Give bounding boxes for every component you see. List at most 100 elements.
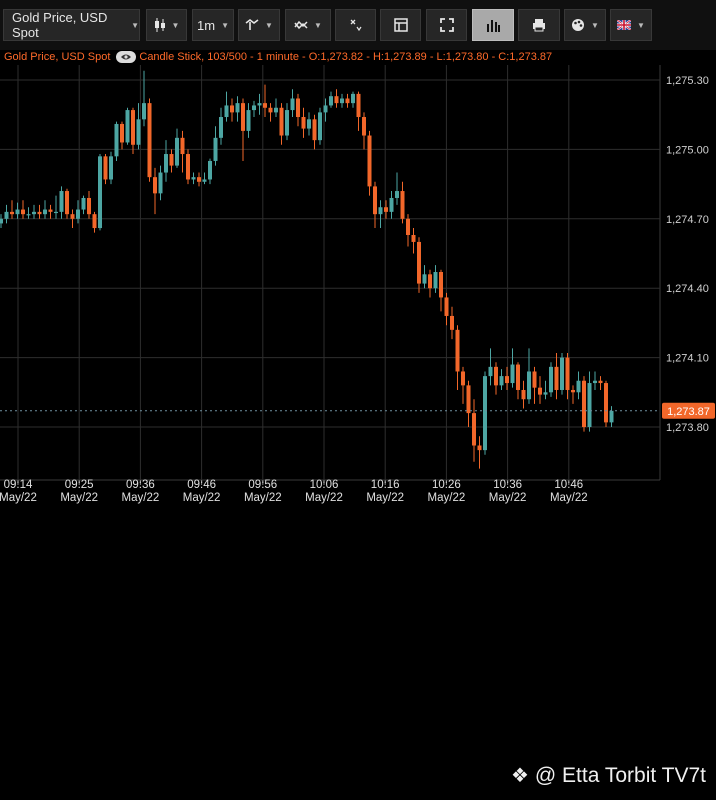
candle-body[interactable]: [26, 214, 31, 216]
layout-button[interactable]: [380, 9, 421, 41]
candle-body[interactable]: [483, 376, 487, 451]
volume-toggle-button[interactable]: [472, 9, 514, 41]
candle-body[interactable]: [527, 371, 531, 400]
candle-body[interactable]: [186, 154, 190, 180]
candle-body[interactable]: [565, 357, 570, 390]
candle-body[interactable]: [450, 315, 454, 330]
language-button[interactable]: ▼: [610, 9, 652, 41]
candle-body[interactable]: [202, 179, 207, 182]
candle-body[interactable]: [571, 389, 575, 393]
candle-body[interactable]: [494, 366, 498, 386]
candle-body[interactable]: [521, 389, 526, 400]
candle-body[interactable]: [455, 329, 460, 372]
print-button[interactable]: [518, 9, 560, 41]
candle-body[interactable]: [582, 380, 586, 427]
candle-body[interactable]: [444, 297, 449, 316]
candle-body[interactable]: [76, 209, 80, 219]
candle-body[interactable]: [180, 137, 185, 155]
candle-body[interactable]: [48, 209, 53, 212]
candle-body[interactable]: [65, 191, 69, 215]
candle-body[interactable]: [235, 103, 240, 113]
candle-body[interactable]: [318, 112, 322, 141]
candle-body[interactable]: [345, 98, 350, 104]
candle-body[interactable]: [136, 119, 141, 145]
theme-button[interactable]: ▼: [564, 9, 606, 41]
candle-body[interactable]: [32, 211, 36, 215]
candle-body[interactable]: [384, 207, 388, 212]
candle-body[interactable]: [43, 209, 47, 215]
instrument-selector-button[interactable]: Gold Price, USD Spot ▼: [3, 9, 140, 41]
candle-body[interactable]: [246, 110, 251, 131]
candle-body[interactable]: [334, 96, 339, 104]
candle-body[interactable]: [389, 197, 394, 212]
candle-body[interactable]: [505, 376, 509, 384]
candle-body[interactable]: [153, 177, 157, 194]
candle-body[interactable]: [109, 156, 113, 180]
indicators-button[interactable]: ▼: [238, 9, 280, 41]
candle-body[interactable]: [10, 211, 14, 215]
candle-body[interactable]: [103, 156, 108, 180]
candle-body[interactable]: [488, 366, 493, 377]
candle-body[interactable]: [263, 103, 267, 108]
candle-body[interactable]: [98, 156, 102, 229]
candle-body[interactable]: [290, 98, 295, 111]
candle-body[interactable]: [378, 207, 383, 215]
candle-body[interactable]: [598, 380, 603, 384]
candle-body[interactable]: [356, 93, 361, 118]
candle-body[interactable]: [169, 154, 174, 166]
candle-body[interactable]: [274, 107, 278, 113]
candle-body[interactable]: [351, 93, 355, 104]
candle-body[interactable]: [367, 135, 372, 187]
candle-body[interactable]: [543, 392, 548, 395]
candle-body[interactable]: [373, 186, 377, 215]
candle-body[interactable]: [417, 241, 421, 284]
candlestick-chart[interactable]: 1,275.30 1,275.00 1,274.70 1,274.40 1,274.10…: [0, 60, 716, 510]
candle-body[interactable]: [208, 160, 212, 180]
candle-body[interactable]: [120, 123, 124, 143]
drawing-tools-button[interactable]: [335, 9, 376, 41]
fullscreen-button[interactable]: [426, 9, 467, 41]
candle-body[interactable]: [15, 209, 20, 215]
candle-body[interactable]: [301, 117, 306, 129]
candle-body[interactable]: [477, 445, 482, 451]
candle-body[interactable]: [510, 364, 515, 384]
candle-body[interactable]: [175, 137, 179, 166]
candle-body[interactable]: [433, 272, 438, 289]
candle-body[interactable]: [279, 107, 284, 136]
candle-body[interactable]: [604, 383, 608, 423]
candle-body[interactable]: [439, 272, 443, 298]
candle-body[interactable]: [472, 413, 476, 446]
candle-body[interactable]: [191, 177, 196, 180]
candle-body[interactable]: [411, 234, 416, 242]
candle-body[interactable]: [224, 105, 229, 118]
candle-body[interactable]: [532, 371, 537, 388]
candle-body[interactable]: [329, 96, 333, 106]
candle-body[interactable]: [268, 107, 273, 113]
candle-body[interactable]: [0, 218, 3, 224]
candle-body[interactable]: [213, 137, 218, 161]
candle-body[interactable]: [461, 371, 465, 386]
candle-body[interactable]: [395, 191, 399, 198]
candle-body[interactable]: [406, 218, 410, 235]
candle-body[interactable]: [241, 103, 245, 131]
compare-button[interactable]: ▼: [285, 9, 331, 41]
candle-body[interactable]: [609, 410, 614, 423]
candle-body[interactable]: [422, 274, 427, 284]
candle-body[interactable]: [114, 123, 119, 157]
interval-selector-button[interactable]: 1m ▼: [192, 9, 234, 41]
candle-body[interactable]: [296, 98, 300, 118]
candle-body[interactable]: [549, 366, 553, 393]
candle-body[interactable]: [362, 117, 366, 136]
candle-body[interactable]: [158, 172, 163, 194]
candle-body[interactable]: [4, 211, 9, 219]
candle-body[interactable]: [70, 214, 75, 219]
candle-body[interactable]: [21, 209, 25, 215]
candle-body[interactable]: [59, 191, 64, 212]
candle-body[interactable]: [323, 105, 328, 113]
candle-body[interactable]: [257, 103, 262, 106]
candle-body[interactable]: [54, 211, 58, 214]
candle-body[interactable]: [576, 380, 581, 393]
candle-body[interactable]: [197, 177, 201, 182]
candle-body[interactable]: [230, 105, 234, 113]
candle-body[interactable]: [37, 211, 42, 215]
